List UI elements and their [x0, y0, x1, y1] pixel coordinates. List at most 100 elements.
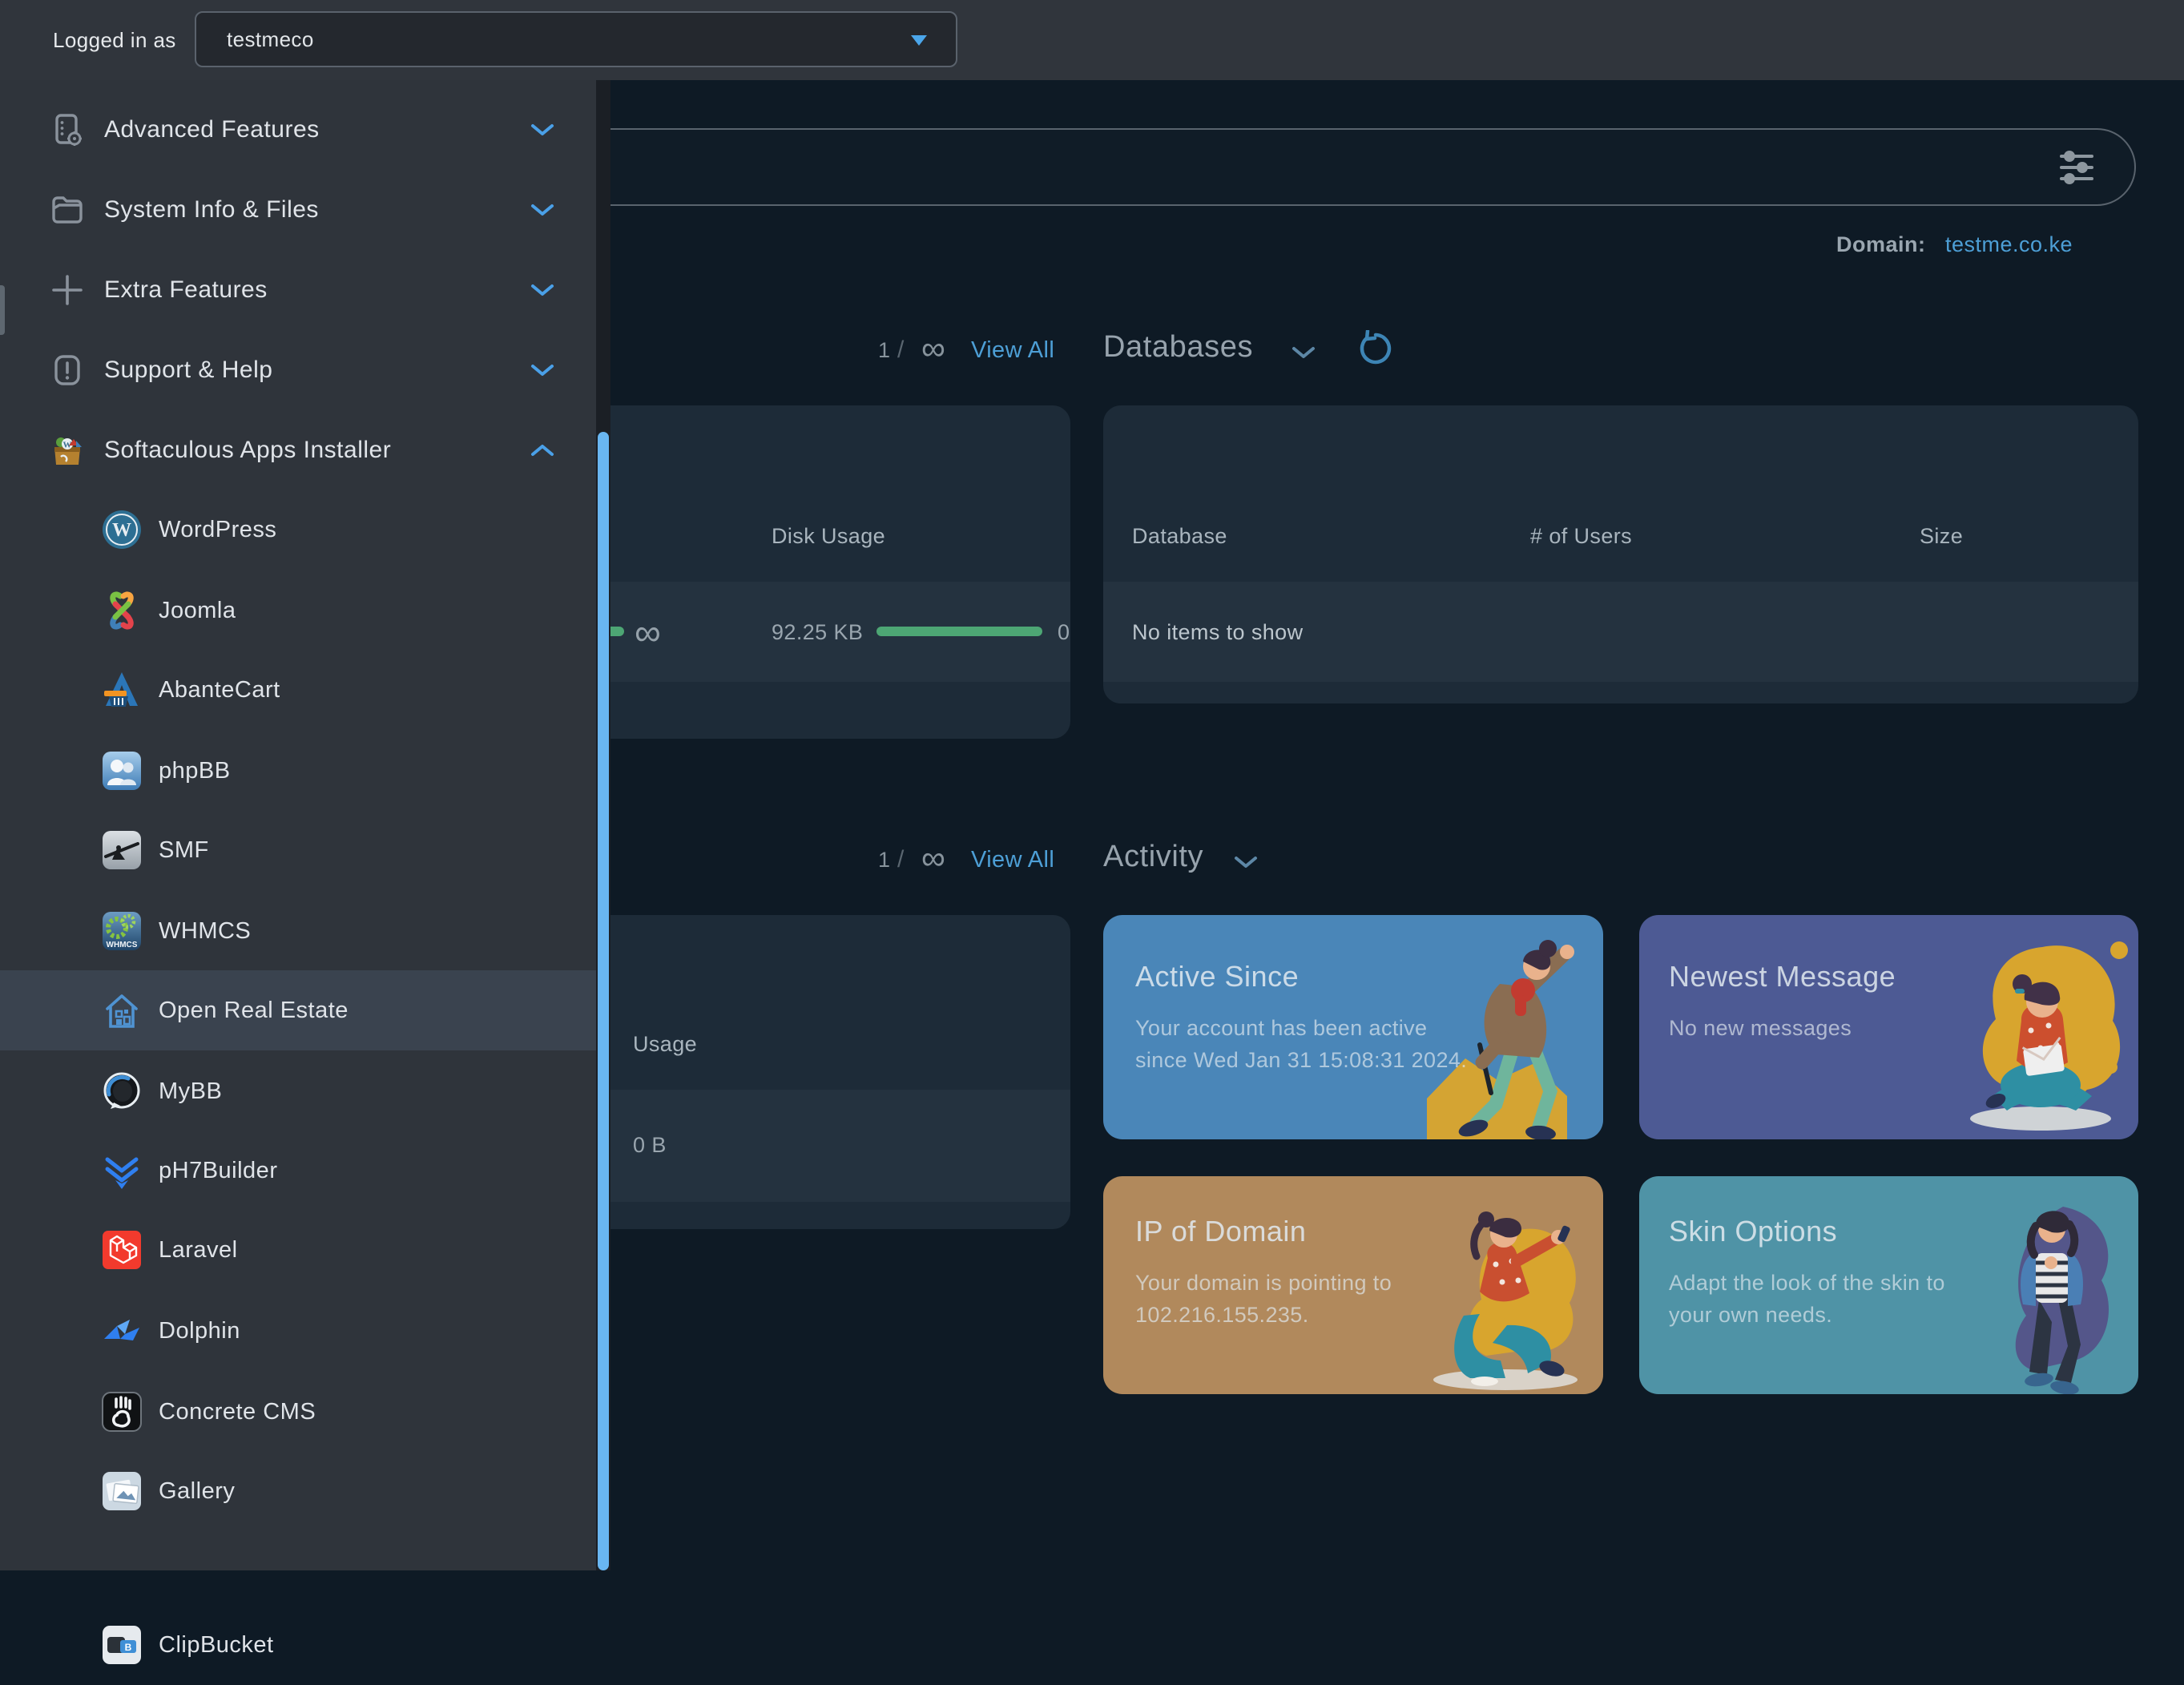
app-label: Laravel	[159, 1210, 238, 1290]
activity-chevron-down-icon	[1234, 856, 1258, 870]
col-num-users: # of Users	[1530, 524, 1632, 549]
hiking-person-illustration	[1403, 926, 1603, 1139]
exclamation-icon	[50, 353, 85, 388]
chevron-up-icon	[530, 444, 554, 458]
account-select[interactable]: testmeco	[195, 11, 957, 67]
activity-count: 1	[878, 848, 890, 873]
card-line2: since Wed Jan 31 15:08:31 2024.	[1135, 1048, 1467, 1073]
card-line2: your own needs.	[1669, 1303, 1832, 1328]
sidebar-scrollbar-thumb[interactable]	[598, 432, 609, 1570]
phpbb-icon	[101, 750, 143, 792]
chevron-down-icon	[530, 123, 554, 138]
sidebar-app-laravel[interactable]: Laravel	[0, 1210, 596, 1290]
sidebar-item-system-info-files[interactable]: System Info & Files	[0, 170, 596, 250]
account-select-value: testmeco	[227, 13, 314, 66]
card-line1: No new messages	[1669, 1016, 1852, 1041]
empty-message: No items to show	[1132, 620, 1303, 645]
sidebar-app-phpbb[interactable]: phpBB	[0, 731, 596, 811]
sidebar-app-concrete-cms[interactable]: Concrete CMS	[0, 1372, 596, 1452]
sidebar-app-gallery[interactable]: Gallery	[0, 1451, 596, 1531]
disk-usage-progress-bar	[876, 627, 1042, 636]
sidebar-app-whmcs[interactable]: WHMCS WHMCS	[0, 891, 596, 971]
concrete-cms-icon	[101, 1391, 143, 1433]
sidebar-app-ph7builder[interactable]: pH7Builder	[0, 1131, 596, 1211]
app-label: Dolphin	[159, 1291, 240, 1371]
app-label: AbanteCart	[159, 650, 280, 730]
sidebar-item-label: Extra Features	[104, 250, 268, 330]
disk-usage-value: 92.25 KB	[772, 620, 863, 645]
wordpress-icon: W	[101, 509, 143, 550]
sidebar-item-label: Support & Help	[104, 330, 272, 410]
caret-down-icon	[911, 35, 927, 46]
app-label: MyBB	[159, 1051, 222, 1131]
whmcs-icon: WHMCS	[101, 910, 143, 952]
skin-options-card: Skin Options Adapt the look of the skin …	[1639, 1176, 2138, 1394]
sitting-woman-illustration	[1946, 926, 2138, 1139]
smf-icon	[101, 829, 143, 871]
refresh-icon[interactable]	[1357, 330, 1394, 367]
app-label: Joomla	[159, 570, 236, 651]
sidebar-app-wordpress[interactable]: W WordPress	[0, 490, 596, 570]
domain-label: Domain:	[1836, 232, 1926, 257]
sidebar-item-label: System Info & Files	[104, 170, 319, 250]
sidebar-item-extra-features[interactable]: Extra Features	[0, 250, 596, 330]
databases-slash: /	[897, 337, 904, 364]
usage-header: Usage	[633, 1032, 697, 1057]
abantecart-icon	[101, 669, 143, 711]
databases-empty-row: No items to show	[1103, 582, 2138, 682]
databases-view-all-link[interactable]: View All	[971, 337, 1054, 364]
card-line2: 102.216.155.235.	[1135, 1303, 1309, 1328]
app-label: ClipBucket	[159, 1605, 274, 1685]
newest-message-card: Newest Message No new messages	[1639, 915, 2138, 1139]
usage-value: 0 B	[633, 1133, 667, 1158]
collapsed-panel-handle[interactable]	[0, 285, 5, 335]
app-label: WordPress	[159, 490, 276, 570]
sidebar-app-dolphin[interactable]: Dolphin	[0, 1291, 596, 1371]
ph7builder-icon	[101, 1150, 143, 1191]
svg-text:W: W	[112, 520, 131, 541]
databases-section-title[interactable]: Databases	[1103, 330, 1253, 365]
sidebar-app-abantecart[interactable]: AbanteCart	[0, 650, 596, 730]
col-size: Size	[1920, 524, 1963, 549]
document-gear-icon	[50, 112, 85, 147]
sidebar-item-label: Softaculous Apps Installer	[104, 410, 391, 490]
active-since-card: Active Since Your account has been activ…	[1103, 915, 1603, 1139]
databases-count: 1	[878, 338, 890, 363]
filter-sliders-icon[interactable]	[2057, 148, 2096, 187]
activity-slash: /	[897, 846, 904, 873]
svg-text:B: B	[125, 1642, 132, 1653]
card-title: Skin Options	[1669, 1215, 1837, 1248]
activity-view-all-link[interactable]: View All	[971, 847, 1054, 873]
col-database: Database	[1132, 524, 1227, 549]
sidebar-app-open-real-estate[interactable]: Open Real Estate	[0, 970, 596, 1050]
disk-usage-header: Disk Usage	[772, 524, 885, 549]
laravel-icon	[101, 1229, 143, 1271]
sidebar-item-softaculous-apps-installer[interactable]: W Softaculous Apps Installer	[0, 410, 596, 490]
activity-section-title[interactable]: Activity	[1103, 840, 1203, 874]
bandwidth-infinity: ∞	[635, 614, 661, 651]
sidebar-item-advanced-features[interactable]: Advanced Features	[0, 90, 596, 170]
sidebar-app-mybb[interactable]: MyBB	[0, 1051, 596, 1131]
chevron-down-icon	[530, 364, 554, 378]
sidebar-item-support-help[interactable]: Support & Help	[0, 330, 596, 410]
sidebar-app-clipbucket[interactable]: B ClipBucket	[0, 1605, 596, 1685]
databases-card: Database # of Users Size No items to sho…	[1103, 405, 2138, 703]
card-title: IP of Domain	[1135, 1215, 1306, 1248]
app-label: Gallery	[159, 1451, 235, 1531]
databases-limit-infinity: ∞	[921, 337, 945, 361]
top-bar: Logged in as testmeco	[0, 0, 2184, 80]
kneeling-woman-illustration	[1403, 1184, 1603, 1394]
databases-chevron-down-icon	[1291, 346, 1316, 361]
sidebar: Advanced Features System Info & Files Ex…	[0, 80, 596, 1570]
joomla-icon	[101, 590, 143, 631]
search-bar[interactable]	[433, 128, 2136, 206]
card-line1: Your domain is pointing to	[1135, 1271, 1392, 1296]
folder-icon	[50, 192, 85, 228]
domain-link[interactable]: testme.co.ke	[1945, 232, 2073, 257]
gallery-icon	[101, 1470, 143, 1512]
sidebar-app-joomla[interactable]: Joomla	[0, 570, 596, 651]
card-title: Newest Message	[1669, 960, 1896, 994]
dolphin-icon	[101, 1310, 143, 1352]
mybb-icon	[101, 1070, 143, 1112]
sidebar-app-smf[interactable]: SMF	[0, 810, 596, 890]
